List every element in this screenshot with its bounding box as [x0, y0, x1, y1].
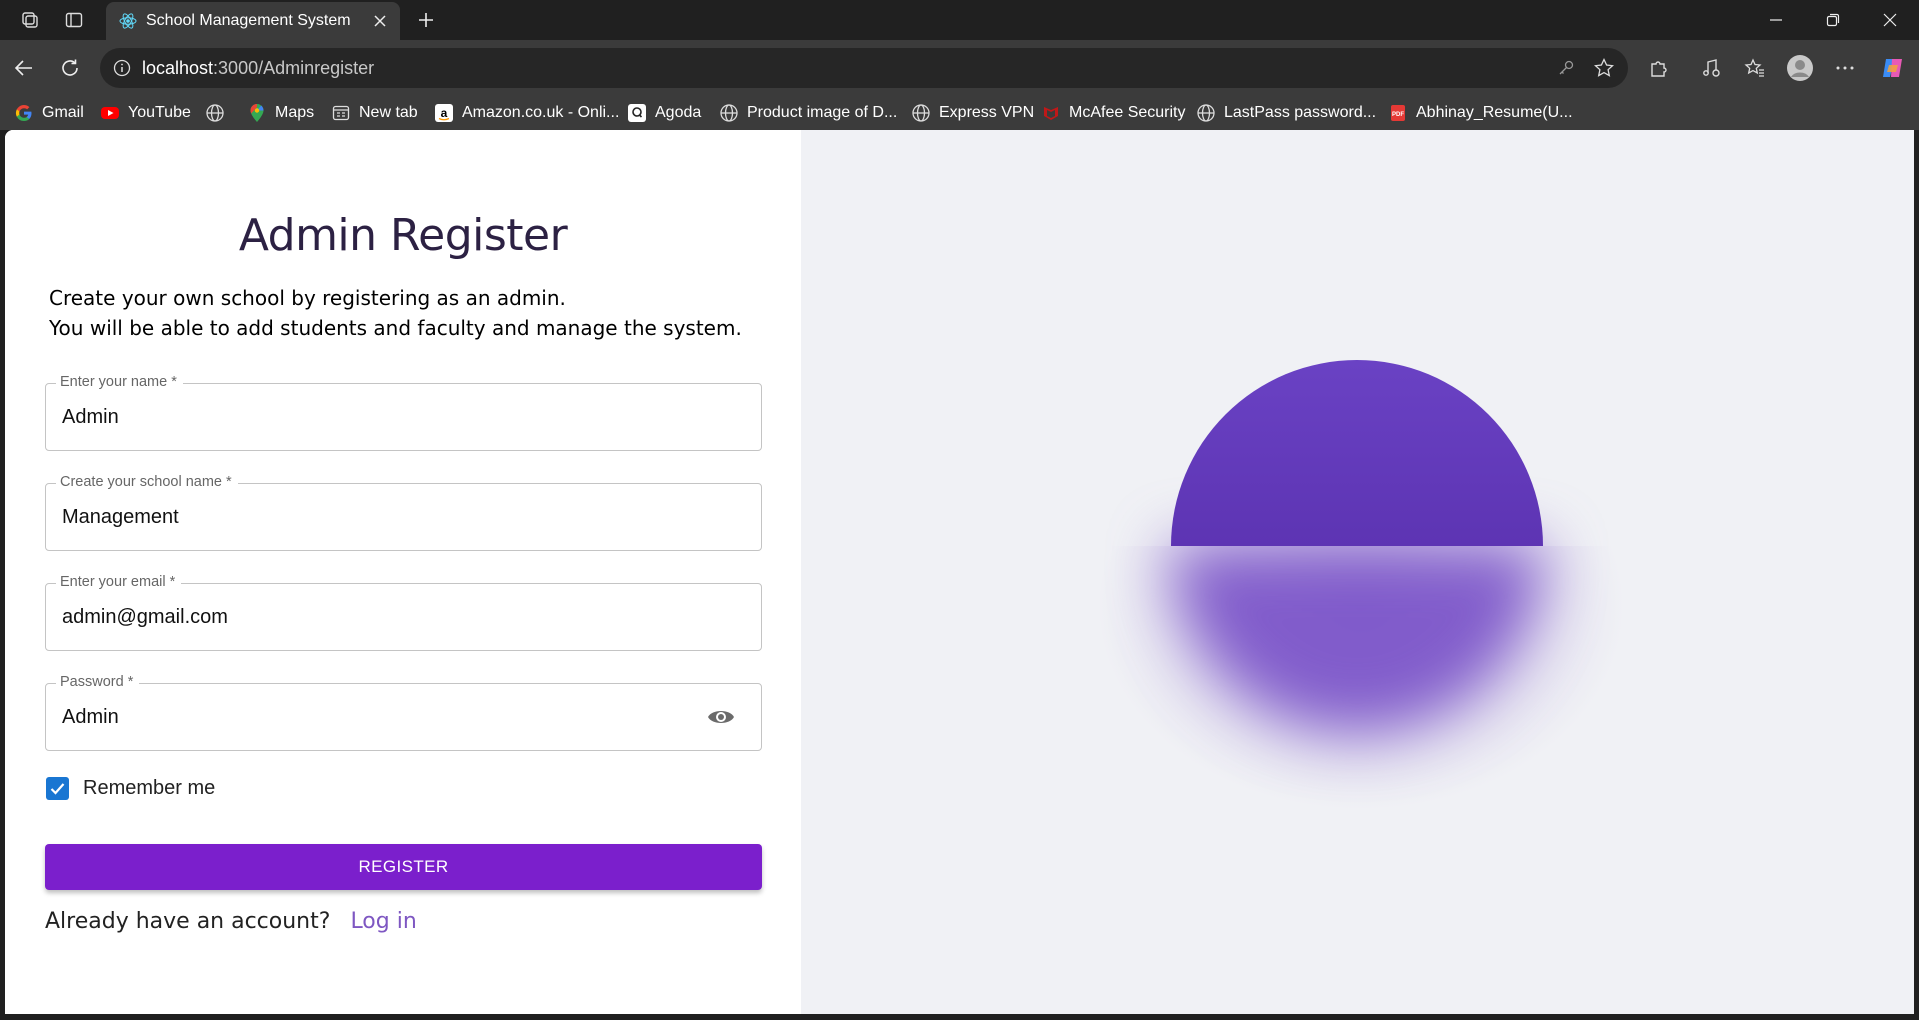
bookmark-express-vpn[interactable]: Express VPN	[911, 102, 1034, 124]
bookmark-label: Amazon.co.uk - Onli...	[462, 104, 620, 121]
password-field[interactable]: Password *	[45, 674, 762, 751]
register-button[interactable]: REGISTER	[45, 844, 762, 890]
remember-me-label: Remember me	[83, 777, 216, 799]
copilot-icon[interactable]	[1879, 54, 1907, 82]
site-info-icon[interactable]	[112, 58, 132, 78]
name-field[interactable]: Enter your name *	[45, 374, 762, 451]
bookmark-label: McAfee Security	[1069, 104, 1186, 121]
page-subtitle: Create your own school by registering as…	[49, 283, 742, 343]
bookmark-label: New tab	[359, 104, 418, 121]
maps-icon	[247, 103, 267, 123]
bookmark-label: YouTube	[128, 104, 191, 121]
youtube-icon	[100, 103, 120, 123]
bookmark-product-image[interactable]: Product image of D...	[719, 102, 897, 124]
key-icon[interactable]	[1555, 57, 1577, 79]
vertical-tabs-icon[interactable]	[62, 8, 86, 32]
favorites-icon[interactable]	[1741, 54, 1769, 82]
bookmark-resume-pdf[interactable]: PDF Abhinay_Resume(U...	[1388, 102, 1573, 124]
agoda-icon	[627, 103, 647, 123]
newtab-icon	[331, 103, 351, 123]
restore-icon[interactable]	[1819, 6, 1847, 34]
email-field-label: Enter your email *	[56, 574, 182, 590]
bookmark-label: Abhinay_Resume(U...	[1416, 104, 1573, 121]
bookmark-label: Agoda	[655, 104, 702, 121]
eye-icon[interactable]	[707, 705, 735, 729]
bookmark-mcafee[interactable]: McAfee Security	[1041, 102, 1185, 124]
workspaces-icon[interactable]	[18, 8, 42, 32]
more-options-icon[interactable]	[1831, 54, 1859, 82]
media-control-icon[interactable]	[1697, 54, 1725, 82]
bookmark-label: Product image of D...	[747, 104, 898, 121]
password-input[interactable]	[62, 706, 682, 729]
mcafee-icon	[1041, 103, 1061, 123]
tab-title: School Management System	[146, 12, 351, 29]
email-field[interactable]: Enter your email *	[45, 574, 762, 651]
remember-me-checkbox[interactable]	[46, 777, 69, 800]
name-input[interactable]	[62, 406, 682, 429]
bookmark-label: Gmail	[42, 104, 84, 121]
favorite-star-icon[interactable]	[1593, 57, 1615, 79]
close-tab-icon[interactable]	[370, 11, 390, 31]
url-text[interactable]: localhost:3000/Adminregister	[142, 58, 374, 79]
back-icon[interactable]	[10, 54, 38, 82]
title-bar: School Management System	[0, 0, 1919, 40]
bookmark-new-tab[interactable]: New tab	[331, 102, 418, 124]
globe-icon	[911, 103, 931, 123]
navigation-bar: localhost:3000/Adminregister	[0, 40, 1919, 96]
globe-icon	[719, 103, 739, 123]
subtitle-line-1: Create your own school by registering as…	[49, 286, 566, 310]
check-icon	[50, 783, 65, 795]
bookmark-globe[interactable]	[205, 102, 225, 124]
tab-active[interactable]: School Management System	[106, 2, 400, 40]
svg-text:PDF: PDF	[1392, 112, 1404, 118]
new-tab-icon[interactable]	[414, 8, 438, 32]
google-icon	[14, 103, 34, 123]
school-name-field-label: Create your school name *	[56, 474, 238, 490]
bookmark-maps[interactable]: Maps	[247, 102, 314, 124]
bookmark-lastpass[interactable]: LastPass password...	[1196, 102, 1376, 124]
page-viewport: Admin Register Create your own school by…	[5, 130, 1914, 1014]
school-name-input[interactable]	[62, 506, 682, 529]
remember-me[interactable]: Remember me	[46, 777, 215, 800]
decorative-panel	[801, 130, 1914, 1014]
password-field-label: Password *	[56, 674, 140, 690]
close-window-icon[interactable]	[1876, 6, 1904, 34]
minimize-icon[interactable]	[1762, 6, 1790, 34]
globe-icon	[1196, 103, 1216, 123]
sphere-blur-half	[1171, 546, 1543, 732]
login-prompt: Already have an account? Log in	[45, 909, 417, 934]
svg-text:a: a	[441, 106, 448, 120]
address-bar[interactable]: localhost:3000/Adminregister	[100, 48, 1628, 88]
pdf-icon: PDF	[1388, 103, 1408, 123]
school-name-field[interactable]: Create your school name *	[45, 474, 762, 551]
bookmark-label: LastPass password...	[1224, 104, 1377, 121]
globe-icon	[205, 103, 225, 123]
page-title: Admin Register	[238, 210, 568, 261]
email-input[interactable]	[62, 606, 682, 629]
bookmark-gmail[interactable]: Gmail	[14, 102, 84, 124]
profile-avatar-icon[interactable]	[1786, 54, 1814, 82]
account-prompt-text: Already have an account?	[45, 909, 331, 934]
amazon-icon: a	[434, 103, 454, 123]
name-field-label: Enter your name *	[56, 374, 183, 390]
register-form-panel: Admin Register Create your own school by…	[5, 130, 801, 1014]
bookmark-amazon[interactable]: a Amazon.co.uk - Onli...	[434, 102, 619, 124]
react-icon	[118, 11, 138, 31]
login-link[interactable]: Log in	[350, 909, 416, 934]
bookmark-agoda[interactable]: Agoda	[627, 102, 701, 124]
bookmark-label: Express VPN	[939, 104, 1035, 121]
bookmark-youtube[interactable]: YouTube	[100, 102, 191, 124]
bookmark-label: Maps	[275, 104, 315, 121]
bookmarks-bar: Gmail YouTube Maps New tab a Amazon.co.u…	[0, 96, 1919, 130]
refresh-icon[interactable]	[56, 54, 84, 82]
subtitle-line-2: You will be able to add students and fac…	[49, 316, 742, 340]
extensions-icon[interactable]	[1645, 54, 1673, 82]
